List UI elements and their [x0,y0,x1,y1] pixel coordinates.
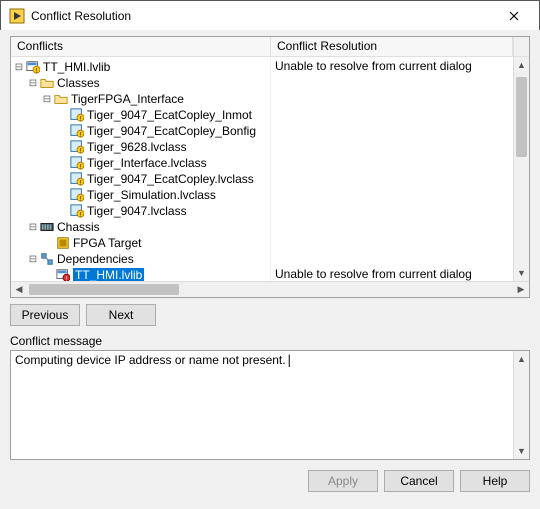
conflicts-tree[interactable]: ⊟ ! TT_HMI.lvlib ⊟ Classes ⊟ [11,57,271,281]
lvclass-warning-icon: ! [69,140,85,154]
lvclass-warning-icon: ! [69,124,85,138]
tree-dep-item[interactable]: ! TT_HMI.lvlib [11,267,270,281]
conflicts-panel: Conflicts Conflict Resolution ⊟ ! TT_HMI… [10,36,530,298]
tree-class-item[interactable]: ! Tiger_Simulation.lvclass [11,187,270,203]
svg-text:!: ! [80,147,82,154]
tree-chassis[interactable]: ⊟ Chassis [11,219,270,235]
expander-icon[interactable]: ⊟ [41,94,53,105]
tree-class-item[interactable]: ! Tiger_9047_EcatCopley.lvclass [11,171,270,187]
close-button[interactable] [493,2,535,30]
lvlib-warning-icon: ! [25,60,41,74]
resolution-text: Unable to resolve from current dialog [275,59,509,75]
expander-icon[interactable]: ⊟ [27,78,39,89]
apply-button[interactable]: Apply [308,470,378,492]
conflict-message-text[interactable]: Computing device IP address or name not … [15,353,286,367]
folder-icon [39,76,55,90]
resolution-column: Unable to resolve from current dialog Un… [271,57,513,281]
expander-icon[interactable]: ⊟ [27,254,39,265]
tree-classes-folder[interactable]: ⊟ TigerFPGA_Interface [11,91,270,107]
tree-item-label: Tiger_Interface.lvclass [87,156,207,170]
fpga-icon [55,236,71,250]
tree-fpga[interactable]: FPGA Target [11,235,270,251]
lvclass-warning-icon: ! [69,204,85,218]
tree-root[interactable]: ⊟ ! TT_HMI.lvlib [11,59,270,75]
svg-text:!: ! [80,115,82,122]
tree-classes[interactable]: ⊟ Classes [11,75,270,91]
tree-item-label: Tiger_9047_EcatCopley_Bonfig [87,124,256,138]
conflict-message-panel: Computing device IP address or name not … [10,350,530,460]
tree-item-label: Dependencies [57,252,134,266]
tree-item-label: Tiger_Simulation.lvclass [87,188,216,202]
message-scrollbar[interactable]: ▲ ▼ [513,351,529,459]
tree-item-label: TT_HMI.lvlib [73,268,144,281]
text-caret: | [286,353,293,367]
expander-icon[interactable]: ⊟ [27,222,39,233]
resolution-text: Unable to resolve from current dialog [275,267,509,281]
cancel-button[interactable]: Cancel [384,470,454,492]
lvlib-error-icon: ! [55,268,71,281]
titlebar: Conflict Resolution [1,1,539,31]
dependencies-icon [39,252,55,266]
scroll-up-icon[interactable]: ▲ [514,351,529,367]
svg-text:!: ! [80,163,82,170]
chassis-icon [39,220,55,234]
column-headers: Conflicts Conflict Resolution [11,37,529,57]
help-button[interactable]: Help [460,470,530,492]
lvclass-warning-icon: ! [69,156,85,170]
scroll-down-icon[interactable]: ▼ [514,443,529,459]
tree-item-label: Classes [57,76,100,90]
tree-class-item[interactable]: ! Tiger_9047_EcatCopley_Inmot [11,107,270,123]
tree-item-label: TT_HMI.lvlib [43,60,110,74]
tree-class-item[interactable]: ! Tiger_Interface.lvclass [11,155,270,171]
lvclass-warning-icon: ! [69,188,85,202]
tree-item-label: Chassis [57,220,100,234]
scroll-thumb[interactable] [516,77,527,157]
svg-text:!: ! [80,211,82,218]
tree-dependencies[interactable]: ⊟ Dependencies [11,251,270,267]
app-icon [9,8,25,24]
tree-class-item[interactable]: ! Tiger_9047.lvclass [11,203,270,219]
next-button[interactable]: Next [86,304,156,326]
svg-text:!: ! [80,179,82,186]
tree-item-label: Tiger_9047.lvclass [87,204,187,218]
svg-text:!: ! [36,67,38,74]
scroll-thumb[interactable] [29,284,179,295]
scroll-down-icon[interactable]: ▼ [514,265,529,281]
tree-item-label: Tiger_9628.lvclass [87,140,187,154]
col-conflicts-header[interactable]: Conflicts [11,37,271,56]
scroll-up-icon[interactable]: ▲ [514,57,529,73]
tree-class-item[interactable]: ! Tiger_9628.lvclass [11,139,270,155]
previous-button[interactable]: Previous [10,304,80,326]
tree-item-label: Tiger_9047_EcatCopley_Inmot [87,108,252,122]
horizontal-scrollbar[interactable]: ◀ ▶ [11,281,529,297]
expander-icon[interactable]: ⊟ [13,62,25,73]
scroll-right-icon[interactable]: ▶ [513,282,529,297]
col-resolution-header[interactable]: Conflict Resolution [271,37,513,56]
lvclass-warning-icon: ! [69,172,85,186]
lvclass-warning-icon: ! [69,108,85,122]
tree-item-label: FPGA Target [73,236,141,250]
tree-class-item[interactable]: ! Tiger_9047_EcatCopley_Bonfig [11,123,270,139]
svg-text:!: ! [80,195,82,202]
vertical-scrollbar[interactable]: ▲ ▼ [513,57,529,281]
tree-item-label: Tiger_9047_EcatCopley.lvclass [87,172,254,186]
window-title: Conflict Resolution [31,9,493,23]
folder-icon [53,92,69,106]
tree-item-label: TigerFPGA_Interface [71,92,184,106]
scroll-left-icon[interactable]: ◀ [11,282,27,297]
svg-text:!: ! [80,131,82,138]
conflict-message-label: Conflict message [10,334,530,348]
